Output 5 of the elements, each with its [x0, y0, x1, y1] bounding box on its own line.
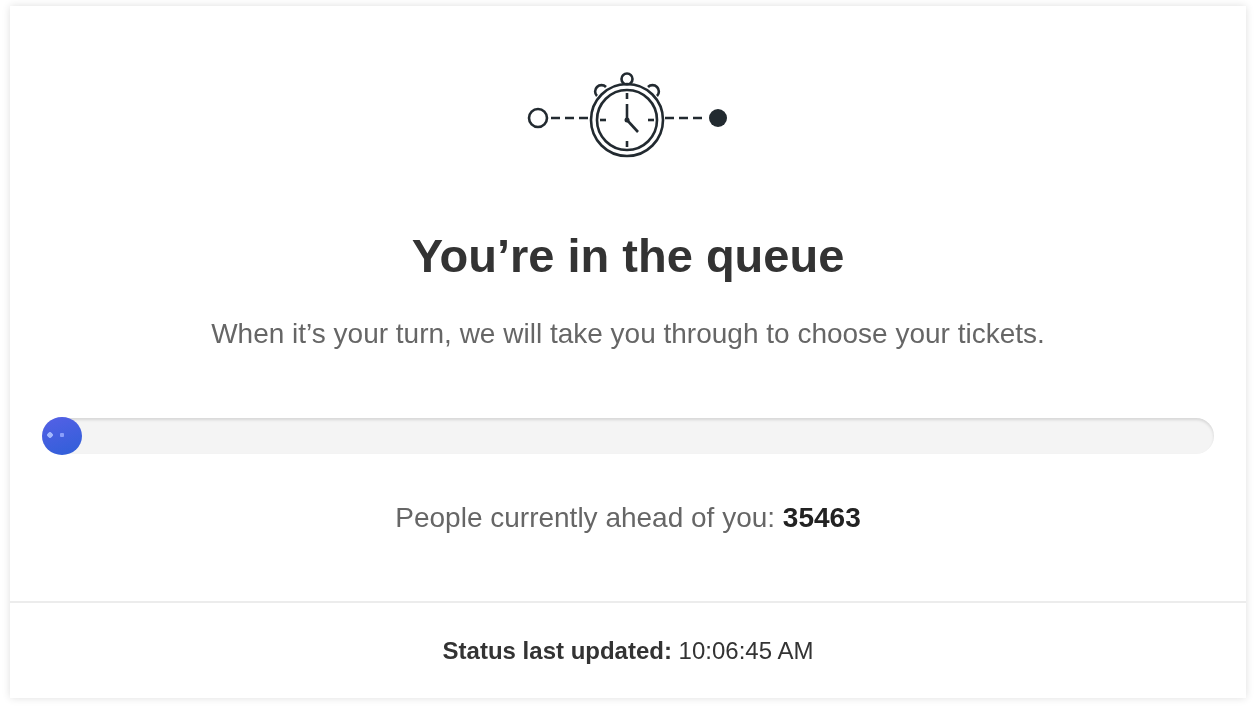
stopwatch-timeline-icon [526, 72, 730, 158]
queue-title: You’re in the queue [411, 228, 845, 284]
queue-position-text: People currently ahead of you: 35463 [395, 501, 861, 535]
status-updated-text: Status last updated: 10:06:45 AM [442, 635, 814, 666]
queue-subtitle: When it’s your turn, we will take you through to choose your tickets. [211, 317, 1045, 351]
